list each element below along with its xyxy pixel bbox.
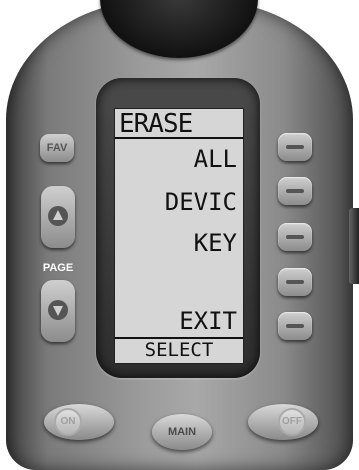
- fav-button[interactable]: FAV: [40, 134, 74, 162]
- page-down-button[interactable]: [41, 280, 75, 342]
- on-button[interactable]: ON: [44, 404, 114, 440]
- page-up-button[interactable]: [41, 186, 75, 248]
- soft-key-1[interactable]: [278, 133, 312, 161]
- soft-key-2[interactable]: [278, 177, 312, 205]
- page-up-icon: [48, 206, 68, 226]
- page-label: PAGE: [42, 262, 74, 274]
- dash-icon: [286, 280, 304, 284]
- side-knob[interactable]: [349, 208, 359, 284]
- soft-key-4[interactable]: [278, 268, 312, 296]
- on-label: ON: [54, 408, 82, 436]
- lcd-title: ERASE: [115, 109, 243, 139]
- off-label: OFF: [278, 408, 306, 436]
- lcd-item-device[interactable]: DEVIC: [165, 188, 237, 216]
- lcd-item-key[interactable]: KEY: [194, 229, 237, 257]
- lcd-screen: ERASE ALL DEVIC KEY EXIT SELECT: [114, 108, 244, 364]
- off-button[interactable]: OFF: [248, 404, 318, 440]
- dash-icon: [286, 235, 304, 239]
- page-down-icon: [48, 300, 68, 320]
- main-button[interactable]: MAIN: [152, 414, 212, 450]
- lcd-footer: SELECT: [115, 337, 243, 363]
- soft-key-3[interactable]: [278, 223, 312, 251]
- dash-icon: [286, 145, 304, 149]
- soft-key-5[interactable]: [278, 312, 312, 340]
- dash-icon: [286, 324, 304, 328]
- lcd-item-all[interactable]: ALL: [194, 145, 237, 173]
- lcd-item-exit[interactable]: EXIT: [179, 307, 237, 335]
- dash-icon: [286, 189, 304, 193]
